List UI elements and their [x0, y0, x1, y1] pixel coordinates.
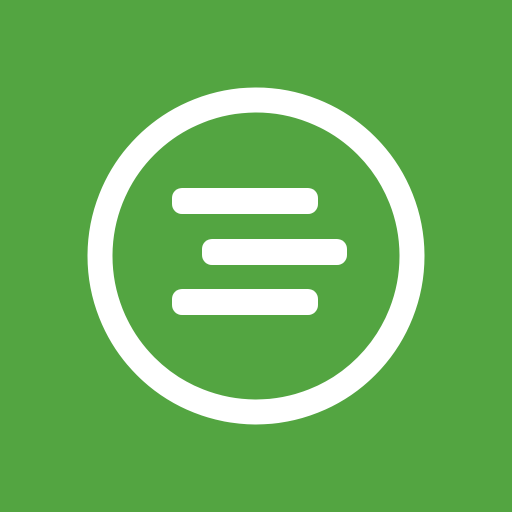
logo-icon [87, 87, 425, 425]
logo-bar-bottom [172, 289, 318, 315]
logo-bar-middle [202, 239, 347, 265]
app-icon [0, 0, 512, 512]
logo-bar-top [172, 188, 318, 214]
